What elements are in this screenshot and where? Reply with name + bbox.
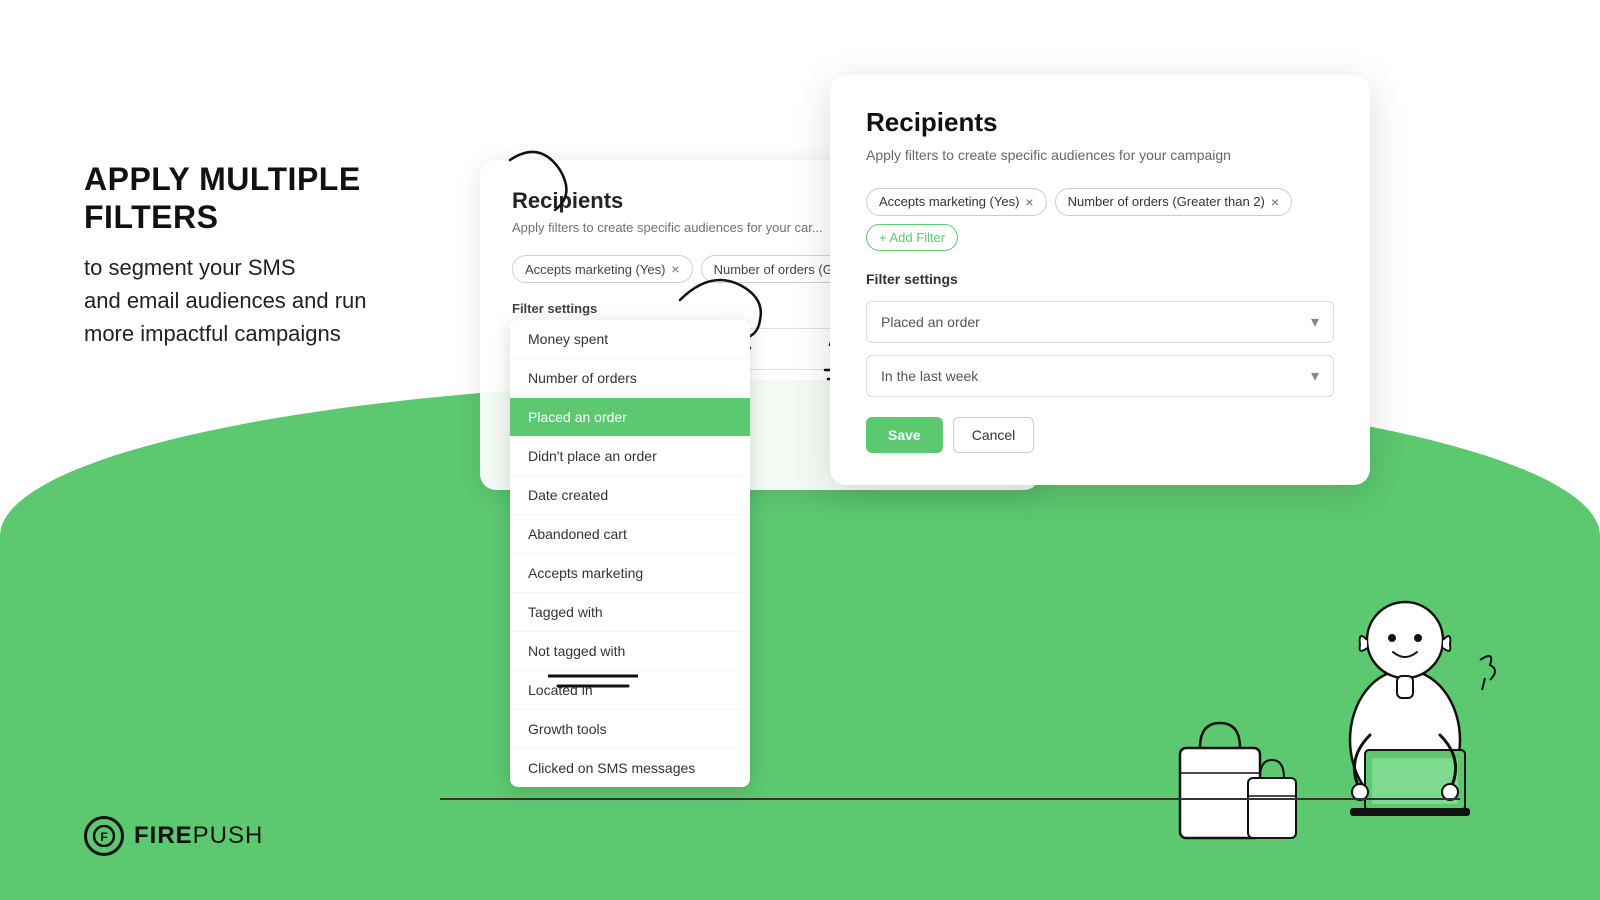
svg-text:F: F	[100, 830, 107, 844]
front-tag-orders-close[interactable]: ×	[1271, 194, 1279, 210]
dropdown-item-money-spent[interactable]: Money spent	[510, 320, 750, 359]
subtext-line3: more impactful campaigns	[84, 321, 341, 346]
front-tag-orders: Number of orders (Greater than 2) ×	[1055, 188, 1292, 216]
logo-text: FIREPUSH	[134, 822, 263, 850]
front-filter-select-1[interactable]: Placed an order ▾	[866, 301, 1334, 343]
subtext-line2: and email audiences and run	[84, 288, 367, 313]
dropdown-item-clicked-sms[interactable]: Clicked on SMS messages	[510, 749, 750, 787]
btn-row: Save Cancel	[866, 417, 1334, 453]
dropdown-item-didnt-place[interactable]: Didn't place an order	[510, 437, 750, 476]
dropdown-item-accepts-marketing[interactable]: Accepts marketing	[510, 554, 750, 593]
subtext-line1: to segment your SMS	[84, 255, 296, 280]
dropdown-item-not-tagged[interactable]: Not tagged with	[510, 632, 750, 671]
logo-icon: F	[84, 816, 124, 856]
back-tag-accepts: Accepts marketing (Yes) ×	[512, 255, 693, 283]
deco-bars	[548, 672, 638, 690]
save-button[interactable]: Save	[866, 417, 943, 453]
front-panel-title: Recipients	[866, 107, 1334, 138]
firepush-logo: F FIREPUSH	[84, 816, 263, 856]
front-select-chevron-2: ▾	[1311, 366, 1319, 386]
front-panel: Recipients Apply filters to create speci…	[830, 75, 1370, 485]
front-panel-subtitle: Apply filters to create specific audienc…	[866, 146, 1334, 166]
dropdown-item-placed-order[interactable]: Placed an order	[510, 398, 750, 437]
left-section: APPLY MULTIPLE FILTERS to segment your S…	[84, 160, 504, 350]
front-select-chevron-1: ▾	[1311, 312, 1319, 332]
back-tag-accepts-close[interactable]: ×	[671, 261, 679, 277]
front-tag-accepts-close[interactable]: ×	[1025, 194, 1033, 210]
front-select-value-2: In the last week	[881, 368, 978, 384]
illustration-person	[1290, 540, 1520, 860]
cancel-button[interactable]: Cancel	[953, 417, 1035, 453]
dropdown-item-number-orders[interactable]: Number of orders	[510, 359, 750, 398]
dropdown-item-tagged-with[interactable]: Tagged with	[510, 593, 750, 632]
front-filter-select-2[interactable]: In the last week ▾	[866, 355, 1334, 397]
front-select-value: Placed an order	[881, 314, 980, 330]
bottom-divider	[440, 798, 1460, 800]
front-filter-settings-label: Filter settings	[866, 271, 1334, 287]
headline: APPLY MULTIPLE FILTERS	[84, 160, 504, 237]
front-tag-accepts: Accepts marketing (Yes) ×	[866, 188, 1047, 216]
filter-dropdown[interactable]: Money spent Number of orders Placed an o…	[510, 320, 750, 787]
dropdown-item-date-created[interactable]: Date created	[510, 476, 750, 515]
front-add-filter-btn[interactable]: + Add Filter	[866, 224, 958, 251]
dropdown-item-abandoned-cart[interactable]: Abandoned cart	[510, 515, 750, 554]
subtext: to segment your SMS and email audiences …	[84, 251, 504, 350]
shopping-bags	[1170, 698, 1300, 858]
front-panel-filter-tags: Accepts marketing (Yes) × Number of orde…	[866, 188, 1334, 251]
dropdown-item-growth-tools[interactable]: Growth tools	[510, 710, 750, 749]
